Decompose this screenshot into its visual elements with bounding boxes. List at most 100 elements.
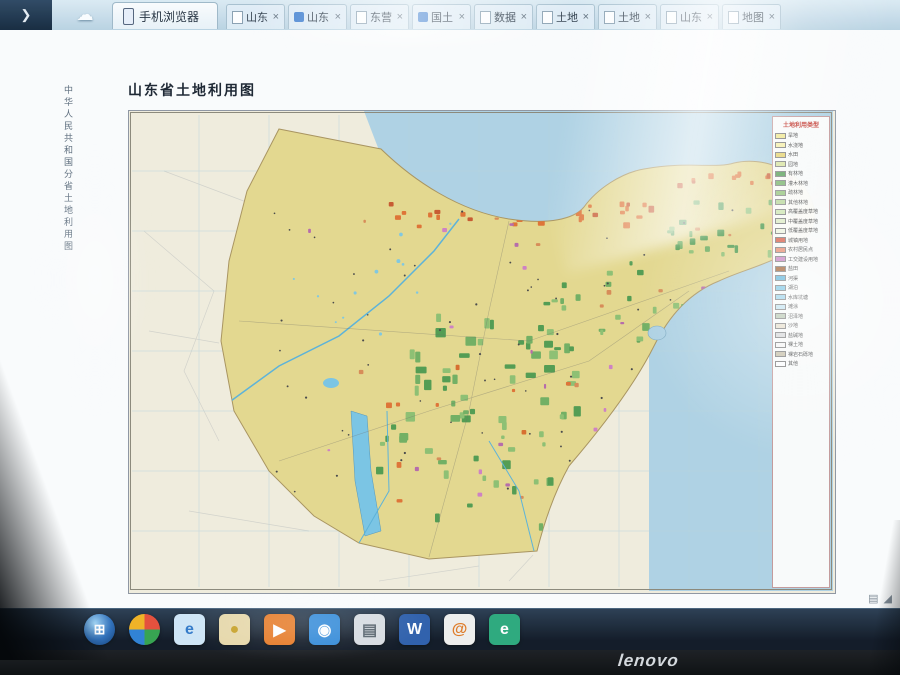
- close-icon[interactable]: ×: [521, 11, 527, 23]
- legend-rows: 旱地 水浇地 水田 园地 有林地 灌木林地 疏林地 其他林地 高覆盖度草地 中覆…: [775, 132, 827, 367]
- shandong-landuse-map: [129, 111, 833, 591]
- tab-strip: 山东 × 山东 × 东营 × 国土 × 数据 × 土地 × 土地 × 山东 × …: [226, 4, 900, 30]
- close-icon[interactable]: ×: [335, 11, 341, 23]
- close-icon[interactable]: ×: [583, 11, 589, 23]
- legend-label: 沙地: [788, 323, 799, 329]
- browser-tab[interactable]: 地图 ×: [722, 4, 781, 29]
- close-icon[interactable]: ×: [459, 11, 465, 23]
- browser-tab[interactable]: 土地 ×: [598, 4, 657, 29]
- browser-tab[interactable]: 山东 ×: [660, 4, 719, 29]
- start-button[interactable]: ⊞: [84, 614, 115, 645]
- legend-label: 疏林地: [788, 190, 804, 196]
- legend-swatch: [775, 246, 786, 253]
- print-icon[interactable]: ▤: [868, 592, 878, 605]
- tab-favicon: [232, 10, 243, 24]
- media-player[interactable]: ▶: [264, 614, 295, 645]
- browser-tab[interactable]: 山东 ×: [226, 4, 285, 29]
- legend-item: 城镇用地: [775, 237, 827, 244]
- legend-label: 中覆盖度草地: [788, 218, 819, 225]
- legend-swatch: [775, 237, 786, 243]
- legend-item: 旱地: [775, 132, 827, 139]
- pinwheel-browser[interactable]: [129, 614, 160, 645]
- legend-item: 农村居民点: [775, 246, 827, 253]
- legend-item: 其他: [775, 360, 827, 367]
- legend-item: 盐碱地: [775, 332, 827, 339]
- legend-swatch: [775, 132, 786, 139]
- legend-swatch: [775, 351, 786, 357]
- close-icon[interactable]: ×: [645, 11, 651, 23]
- close-icon[interactable]: ×: [397, 11, 403, 23]
- legend-item: 裸土地: [775, 341, 827, 348]
- tab-label: 土地: [556, 12, 578, 24]
- legend-label: 裸岩石砾地: [788, 351, 814, 358]
- resize-corner-icon[interactable]: ◢: [884, 592, 892, 605]
- tab-label: 山东: [680, 12, 702, 24]
- legend-label: 裸土地: [788, 342, 804, 348]
- printer-app[interactable]: ▤: [354, 614, 385, 645]
- tab-favicon: [480, 10, 491, 24]
- legend-title: 土地利用类型: [782, 123, 819, 129]
- legend-item: 裸岩石砾地: [775, 351, 827, 358]
- legend-item: 其他林地: [775, 199, 827, 206]
- legend-item: 沼泽地: [775, 313, 827, 320]
- internet-explorer[interactable]: e: [174, 614, 205, 645]
- tab-favicon: [542, 10, 553, 24]
- legend-swatch: [775, 313, 786, 319]
- map-legend: 土地利用类型 旱地 水浇地 水田 园地 有林地 灌木林地 疏林地 其他林地 高覆…: [772, 116, 830, 588]
- landuse-map-container: 土地利用类型 旱地 水浇地 水田 园地 有林地 灌木林地 疏林地 其他林地 高覆…: [128, 110, 836, 594]
- legend-label: 农村居民点: [788, 247, 814, 253]
- legend-swatch: [775, 208, 786, 215]
- app-glyph: ▶: [273, 621, 286, 639]
- tab-label: 地图: [742, 12, 764, 24]
- tab-label: 东营: [370, 12, 392, 24]
- mail-app[interactable]: @: [444, 614, 475, 645]
- legend-swatch: [775, 199, 786, 205]
- legend-swatch: [775, 275, 786, 281]
- legend-swatch: [775, 284, 786, 291]
- app-glyph: ◉: [317, 621, 332, 639]
- legend-item: 园地: [775, 161, 827, 168]
- browser-menu-button[interactable]: ❯: [0, 0, 52, 30]
- legend-swatch: [775, 360, 786, 367]
- yellow-sphere-app[interactable]: ●: [219, 614, 250, 645]
- legend-swatch: [775, 189, 786, 196]
- close-icon[interactable]: ×: [707, 11, 713, 23]
- browser-tab[interactable]: 国土 ×: [412, 4, 471, 29]
- browser-tab[interactable]: 土地 ×: [536, 4, 595, 29]
- close-icon[interactable]: ×: [769, 11, 775, 23]
- legend-label: 沼泽地: [788, 313, 804, 320]
- green-browser[interactable]: e: [489, 614, 520, 645]
- legend-swatch: [775, 303, 786, 310]
- legend-label: 园地: [788, 161, 799, 168]
- app-glyph: @: [451, 620, 468, 638]
- legend-swatch: [775, 294, 786, 300]
- legend-label: 水田: [788, 152, 799, 158]
- legend-swatch: [775, 170, 786, 177]
- legend-item: 水库坑塘: [775, 294, 827, 301]
- browser-tab[interactable]: 数据 ×: [474, 4, 533, 29]
- tab-favicon: [728, 10, 739, 24]
- word[interactable]: W: [399, 614, 430, 645]
- legend-swatch: [775, 322, 786, 329]
- cloud-glyph: ☁: [76, 5, 94, 24]
- legend-swatch: [775, 265, 786, 272]
- browser-tab[interactable]: 东营 ×: [350, 4, 409, 29]
- legend-label: 盐碱地: [788, 332, 804, 339]
- legend-swatch: [775, 161, 786, 167]
- legend-item: 有林地: [775, 170, 827, 177]
- reader-app[interactable]: ◉: [309, 614, 340, 645]
- legend-swatch: [775, 227, 786, 234]
- browser-tab[interactable]: 山东 ×: [288, 4, 347, 29]
- legend-swatch: [775, 151, 786, 158]
- page-corner-icons[interactable]: ▤ ◢: [868, 592, 892, 605]
- tab-mobile-browser[interactable]: 手机浏览器: [112, 2, 218, 29]
- legend-label: 城镇用地: [788, 237, 809, 244]
- legend-item: 灌木林地: [775, 180, 827, 187]
- tab-favicon: [604, 10, 615, 24]
- cloud-sync-icon[interactable]: ☁: [66, 2, 104, 28]
- app-glyph: e: [500, 620, 509, 638]
- taskbar: ⊞ e ● ▶ ◉ ▤ W @ e: [0, 608, 900, 651]
- page-side-caption: 中华人民共和国分省土地利用图: [63, 85, 73, 253]
- legend-label: 有林地: [788, 171, 804, 177]
- close-icon[interactable]: ×: [273, 11, 279, 23]
